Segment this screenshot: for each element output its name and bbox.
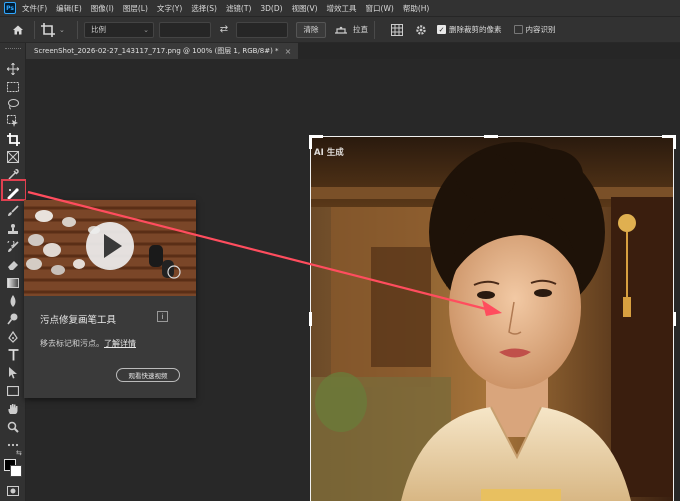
menu-filter[interactable]: 滤镜(T) xyxy=(226,3,251,14)
menu-bar: Ps 文件(F) 编辑(E) 图像(I) 图层(L) 文字(Y) 选择(S) 滤… xyxy=(0,0,680,16)
menu-view[interactable]: 视图(V) xyxy=(292,3,318,14)
quick-mask-icon[interactable] xyxy=(3,483,23,499)
menu-select[interactable]: 选择(S) xyxy=(191,3,217,14)
tooltip-video-thumbnail[interactable] xyxy=(24,200,196,296)
delete-pixels-checkbox[interactable]: ✓ xyxy=(437,25,446,34)
history-brush-tool-icon[interactable] xyxy=(3,239,23,255)
menu-window[interactable]: 窗口(W) xyxy=(366,3,394,14)
straighten-label: 拉直 xyxy=(353,25,368,34)
overlay-grid-icon[interactable] xyxy=(389,22,405,38)
crop-handle-right[interactable] xyxy=(673,312,676,326)
menu-help[interactable]: 帮助(H) xyxy=(403,3,430,14)
tooltip-description: 移去标记和污点。了解详情 xyxy=(40,338,136,349)
marquee-tool-icon[interactable] xyxy=(3,79,23,95)
menu-file[interactable]: 文件(F) xyxy=(22,3,47,14)
divider xyxy=(77,20,78,39)
chevron-down-icon: ⌄ xyxy=(59,25,65,34)
chevron-down-icon: ⌄ xyxy=(143,25,149,34)
tools-panel: ⇆ xyxy=(0,43,26,501)
tooltip-description-text: 移去标记和污点。 xyxy=(40,339,104,348)
video-preview-image xyxy=(24,200,196,296)
ratio-select[interactable]: 比例 ⌄ xyxy=(84,21,154,38)
photoshop-logo[interactable]: Ps xyxy=(4,2,16,14)
swap-colors-icon[interactable]: ⇆ xyxy=(16,449,22,457)
watch-video-button[interactable]: 观看快速视频 xyxy=(116,368,180,382)
straighten-button[interactable]: 拉直 xyxy=(334,24,368,35)
menu-plugins[interactable]: 增效工具 xyxy=(327,3,357,14)
ratio-select-value: 比例 xyxy=(91,25,106,34)
menu-type[interactable]: 文字(Y) xyxy=(157,3,182,14)
menu-layer[interactable]: 图层(L) xyxy=(123,3,148,14)
eraser-tool-icon[interactable] xyxy=(3,257,23,273)
clear-button[interactable]: 清除 xyxy=(296,21,326,38)
home-icon[interactable] xyxy=(8,20,28,40)
spot-healing-highlight-box xyxy=(1,179,27,201)
pen-tool-icon[interactable] xyxy=(3,329,23,345)
swap-icon[interactable]: ⇄ xyxy=(217,23,231,37)
menu-edit[interactable]: 编辑(E) xyxy=(56,3,82,14)
options-bar: ⌄ 比例 ⌄ ⇄ 清除 拉直 ✓ 删除裁剪的像素 内容识别 xyxy=(0,16,680,42)
object-selection-tool-icon[interactable] xyxy=(3,113,23,129)
content-aware-label: 内容识别 xyxy=(525,25,556,34)
gradient-tool-icon[interactable] xyxy=(3,275,23,291)
delete-pixels-label: 删除裁剪的像素 xyxy=(449,25,502,34)
width-field[interactable] xyxy=(159,21,211,38)
panel-grip[interactable] xyxy=(5,48,21,51)
rectangle-tool-icon[interactable] xyxy=(3,383,23,399)
crop-icon xyxy=(41,22,55,37)
dodge-tool-icon[interactable] xyxy=(3,311,23,327)
gear-icon[interactable] xyxy=(413,22,429,38)
clone-stamp-tool-icon[interactable] xyxy=(3,221,23,237)
content-aware-checkbox[interactable] xyxy=(513,25,523,34)
type-tool-icon[interactable] xyxy=(3,347,23,363)
blur-tool-icon[interactable] xyxy=(3,293,23,309)
close-icon[interactable]: × xyxy=(285,47,292,56)
crop-handle-top-left[interactable] xyxy=(309,135,312,149)
crop-handle-left[interactable] xyxy=(309,312,312,326)
divider xyxy=(34,20,35,39)
background-color-swatch[interactable] xyxy=(10,465,22,477)
frame-tool-icon[interactable] xyxy=(3,149,23,165)
crop-tool-preset[interactable]: ⌄ xyxy=(41,21,71,39)
crop-handle-top[interactable] xyxy=(484,135,498,138)
menu-image[interactable]: 图像(I) xyxy=(91,3,114,14)
lasso-tool-icon[interactable] xyxy=(3,96,23,112)
menu-3d[interactable]: 3D(D) xyxy=(260,4,282,13)
move-tool-icon[interactable] xyxy=(3,61,23,77)
tool-tip-card: 污点修复画笔工具 i 移去标记和污点。了解详情 观看快速视频 xyxy=(24,200,196,398)
info-icon[interactable]: i xyxy=(157,311,168,322)
crop-tool-icon[interactable] xyxy=(3,131,23,147)
learn-more-link[interactable]: 了解详情 xyxy=(104,339,136,348)
document-tab-title: ScreenShot_2026-02-27_143117_717.png @ 1… xyxy=(34,47,279,55)
hand-tool-icon[interactable] xyxy=(3,401,23,417)
height-field[interactable] xyxy=(236,21,288,38)
portrait-image xyxy=(311,137,673,501)
document-image[interactable] xyxy=(311,137,673,501)
document-tab-bar: ScreenShot_2026-02-27_143117_717.png @ 1… xyxy=(26,43,680,59)
crop-handle-top-right[interactable] xyxy=(673,135,676,149)
brush-tool-icon[interactable] xyxy=(3,203,23,219)
path-selection-tool-icon[interactable] xyxy=(3,365,23,381)
tooltip-title: 污点修复画笔工具 xyxy=(40,315,117,326)
divider xyxy=(374,20,375,39)
zoom-tool-icon[interactable] xyxy=(3,419,23,435)
straighten-icon xyxy=(335,26,347,34)
ai-generated-watermark: AI 生成 xyxy=(314,148,344,158)
document-tab[interactable]: ScreenShot_2026-02-27_143117_717.png @ 1… xyxy=(26,43,298,59)
